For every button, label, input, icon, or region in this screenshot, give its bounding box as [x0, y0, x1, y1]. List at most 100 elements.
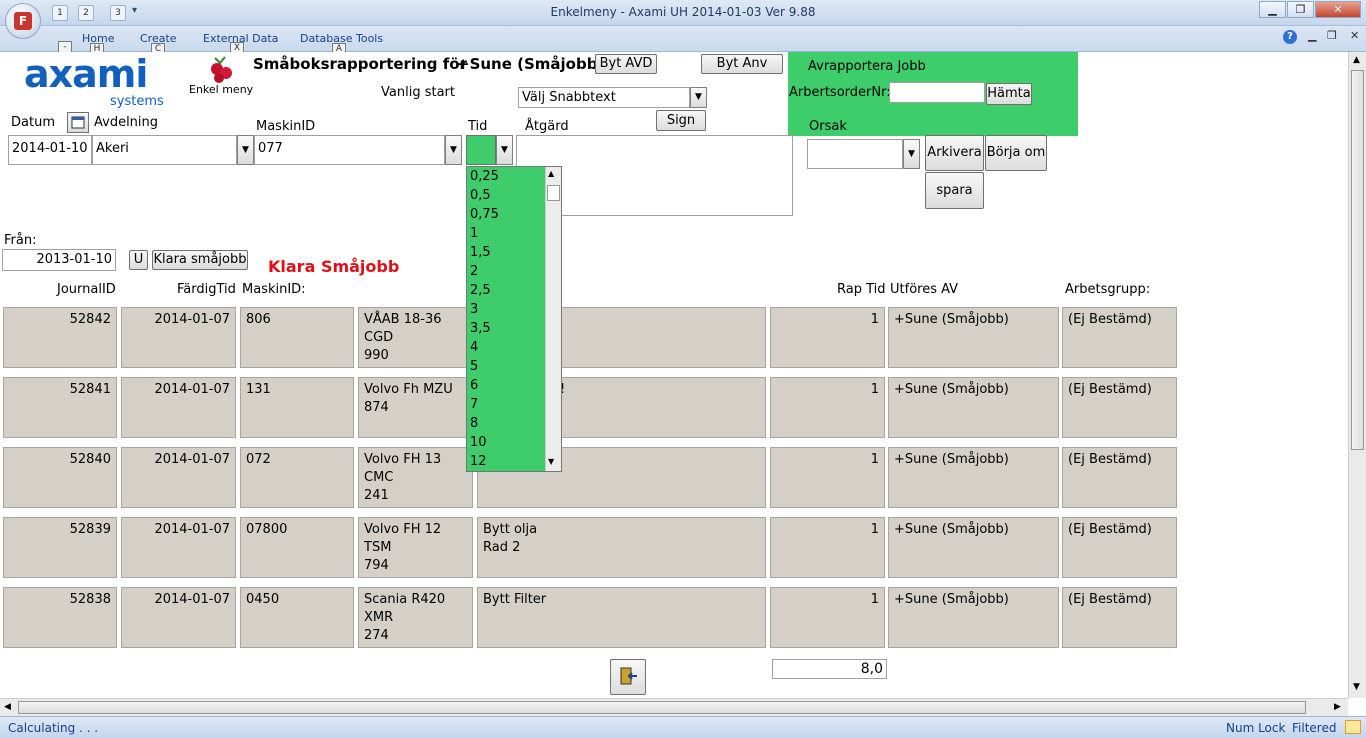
- restore-button[interactable]: ❐: [1287, 1, 1314, 18]
- scroll-thumb[interactable]: [18, 701, 1306, 714]
- close-button[interactable]: ✕: [1315, 1, 1361, 18]
- cell-fordon[interactable]: Volvo FH 13 CMC 241: [358, 447, 473, 508]
- cell-rap-tid[interactable]: 1: [770, 517, 885, 578]
- qat-undo-button[interactable]: 2: [78, 5, 94, 21]
- snabbtext-dropdown[interactable]: Välj Snabbtext: [518, 87, 690, 108]
- cell-maskinid[interactable]: 131: [240, 377, 354, 438]
- cell-utfores-av[interactable]: +Sune (Småjobb): [888, 447, 1059, 508]
- tid-label: Tid: [468, 119, 488, 134]
- cell-utfores-av[interactable]: +Sune (Småjobb): [888, 587, 1059, 648]
- horizontal-scrollbar[interactable]: ◀ ▶: [0, 698, 1348, 716]
- cell-arbetsgrupp[interactable]: (Ej Bestämd): [1062, 447, 1177, 508]
- ribbon-tabs: Home Create External Data Database Tools…: [0, 26, 1366, 56]
- scroll-thumb[interactable]: [547, 185, 560, 201]
- hamta-button[interactable]: Hämta: [986, 83, 1032, 105]
- qat-redo-button[interactable]: 3: [110, 5, 126, 21]
- cell-atgard[interactable]: Bytt Filter: [477, 587, 766, 648]
- cell-journalid[interactable]: 52840: [3, 447, 117, 508]
- help-icon[interactable]: ?: [1283, 30, 1297, 44]
- cell-fardigtid[interactable]: 2014-01-07: [121, 307, 236, 368]
- cell-arbetsgrupp[interactable]: (Ej Bestämd): [1062, 587, 1177, 648]
- datum-label: Datum: [11, 115, 55, 130]
- fran-input[interactable]: 2013-01-10: [2, 249, 116, 271]
- vertical-scrollbar[interactable]: ▲ ▼: [1348, 52, 1366, 698]
- orsak-dropdown[interactable]: [807, 139, 903, 169]
- status-numlock: Num Lock: [1226, 721, 1286, 735]
- cell-maskinid[interactable]: 07800: [240, 517, 354, 578]
- scroll-right-icon[interactable]: ▶: [1334, 702, 1341, 712]
- spara-button[interactable]: spara: [925, 172, 984, 209]
- orsak-label: Orsak: [809, 119, 847, 134]
- scroll-down-icon[interactable]: ▼: [548, 457, 554, 466]
- borja-om-button[interactable]: Börja om: [985, 135, 1047, 171]
- cell-journalid[interactable]: 52838: [3, 587, 117, 648]
- cell-fordon[interactable]: VÅAB 18-36 CGD 990: [358, 307, 473, 368]
- cell-fardigtid[interactable]: 2014-01-07: [121, 587, 236, 648]
- avdelning-dropdown[interactable]: Akeri: [92, 135, 237, 165]
- tid-dropdown[interactable]: [466, 135, 496, 165]
- cell-fardigtid[interactable]: 2014-01-07: [121, 377, 236, 438]
- cell-utfores-av[interactable]: +Sune (Småjobb): [888, 517, 1059, 578]
- office-button[interactable]: F: [5, 3, 41, 39]
- cell-journalid[interactable]: 52841: [3, 377, 117, 438]
- avrapportera-title: Avrapportera Jobb: [808, 59, 926, 74]
- orsak-dropdown-arrow-icon[interactable]: ▼: [903, 139, 920, 169]
- cell-fardigtid[interactable]: 2014-01-07: [121, 517, 236, 578]
- avrapportera-panel: Avrapportera Jobb ArbertsorderNr: Hämta …: [788, 52, 1078, 136]
- cell-maskinid[interactable]: 072: [240, 447, 354, 508]
- qat-customize-icon[interactable]: ▾: [132, 5, 137, 16]
- scroll-thumb[interactable]: [1351, 70, 1364, 450]
- cell-utfores-av[interactable]: +Sune (Småjobb): [888, 377, 1059, 438]
- cell-journalid[interactable]: 52842: [3, 307, 117, 368]
- scroll-left-icon[interactable]: ◀: [4, 702, 11, 712]
- cell-journalid[interactable]: 52839: [3, 517, 117, 578]
- cell-utfores-av[interactable]: +Sune (Småjobb): [888, 307, 1059, 368]
- cell-fordon[interactable]: Volvo FH 12 TSM 794 123456789 1324654: [358, 517, 473, 578]
- byt-avd-button[interactable]: Byt AVD: [595, 54, 657, 74]
- klara-smajobb-button[interactable]: Klara småjobb: [152, 250, 248, 270]
- byt-anv-button[interactable]: Byt Anv: [701, 54, 783, 74]
- cell-rap-tid[interactable]: 1: [770, 587, 885, 648]
- datum-input[interactable]: 2014-01-10: [8, 135, 92, 165]
- cell-rap-tid[interactable]: 1: [770, 377, 885, 438]
- tid-list-scrollbar[interactable]: ▲ ▼: [545, 167, 561, 471]
- exit-icon[interactable]: [610, 659, 646, 695]
- header-maskinid: MaskinID:: [242, 282, 306, 297]
- mdi-minimize-icon[interactable]: ▁: [1308, 29, 1316, 42]
- cell-atgard[interactable]: Bytt olja Rad 2: [477, 517, 766, 578]
- form-view-icon[interactable]: [1345, 720, 1361, 734]
- cell-arbetsgrupp[interactable]: (Ej Bestämd): [1062, 377, 1177, 438]
- maskinid-dropdown[interactable]: 077: [254, 135, 445, 165]
- calendar-icon[interactable]: [67, 112, 89, 133]
- cell-maskinid[interactable]: 0450: [240, 587, 354, 648]
- u-button[interactable]: U: [129, 250, 148, 270]
- cell-arbetsgrupp[interactable]: (Ej Bestämd): [1062, 517, 1177, 578]
- arbetsorder-input[interactable]: [889, 82, 985, 103]
- cell-fordon[interactable]: Volvo Fh MZU 874: [358, 377, 473, 438]
- scroll-up-icon[interactable]: ▲: [1353, 55, 1360, 65]
- sign-button[interactable]: Sign: [656, 110, 706, 131]
- scroll-down-icon[interactable]: ▼: [1353, 682, 1360, 692]
- cell-rap-tid[interactable]: 1: [770, 447, 885, 508]
- snabbtext-dropdown-arrow-icon[interactable]: ▼: [690, 87, 707, 108]
- arbetsorder-label: ArbertsorderNr:: [789, 85, 891, 100]
- form-footer: [0, 657, 1348, 698]
- qat-save-button[interactable]: 1: [52, 5, 68, 21]
- avdelning-dropdown-arrow-icon[interactable]: ▼: [237, 135, 254, 165]
- tid-dropdown-arrow-icon[interactable]: ▼: [496, 135, 513, 165]
- arkivera-button[interactable]: Arkivera: [925, 135, 984, 171]
- header-arbetsgrupp: Arbetsgrupp:: [1065, 282, 1151, 297]
- cell-fordon[interactable]: Scania R420 XMR 274: [358, 587, 473, 648]
- mdi-restore-icon[interactable]: ❐: [1327, 29, 1337, 42]
- cell-fardigtid[interactable]: 2014-01-07: [121, 447, 236, 508]
- header-journalid: JournalID: [57, 282, 116, 297]
- form-enkelmeny: axami systems Enkel meny Småboksrapporte…: [0, 52, 1348, 698]
- scroll-up-icon[interactable]: ▲: [548, 169, 554, 178]
- maskinid-dropdown-arrow-icon[interactable]: ▼: [445, 135, 462, 165]
- mdi-close-icon[interactable]: ✕: [1350, 29, 1359, 42]
- cell-maskinid[interactable]: 806: [240, 307, 354, 368]
- cell-rap-tid[interactable]: 1: [770, 307, 885, 368]
- minimize-button[interactable]: ▁: [1259, 1, 1286, 18]
- strawberry-icon[interactable]: [207, 54, 235, 84]
- cell-arbetsgrupp[interactable]: (Ej Bestämd): [1062, 307, 1177, 368]
